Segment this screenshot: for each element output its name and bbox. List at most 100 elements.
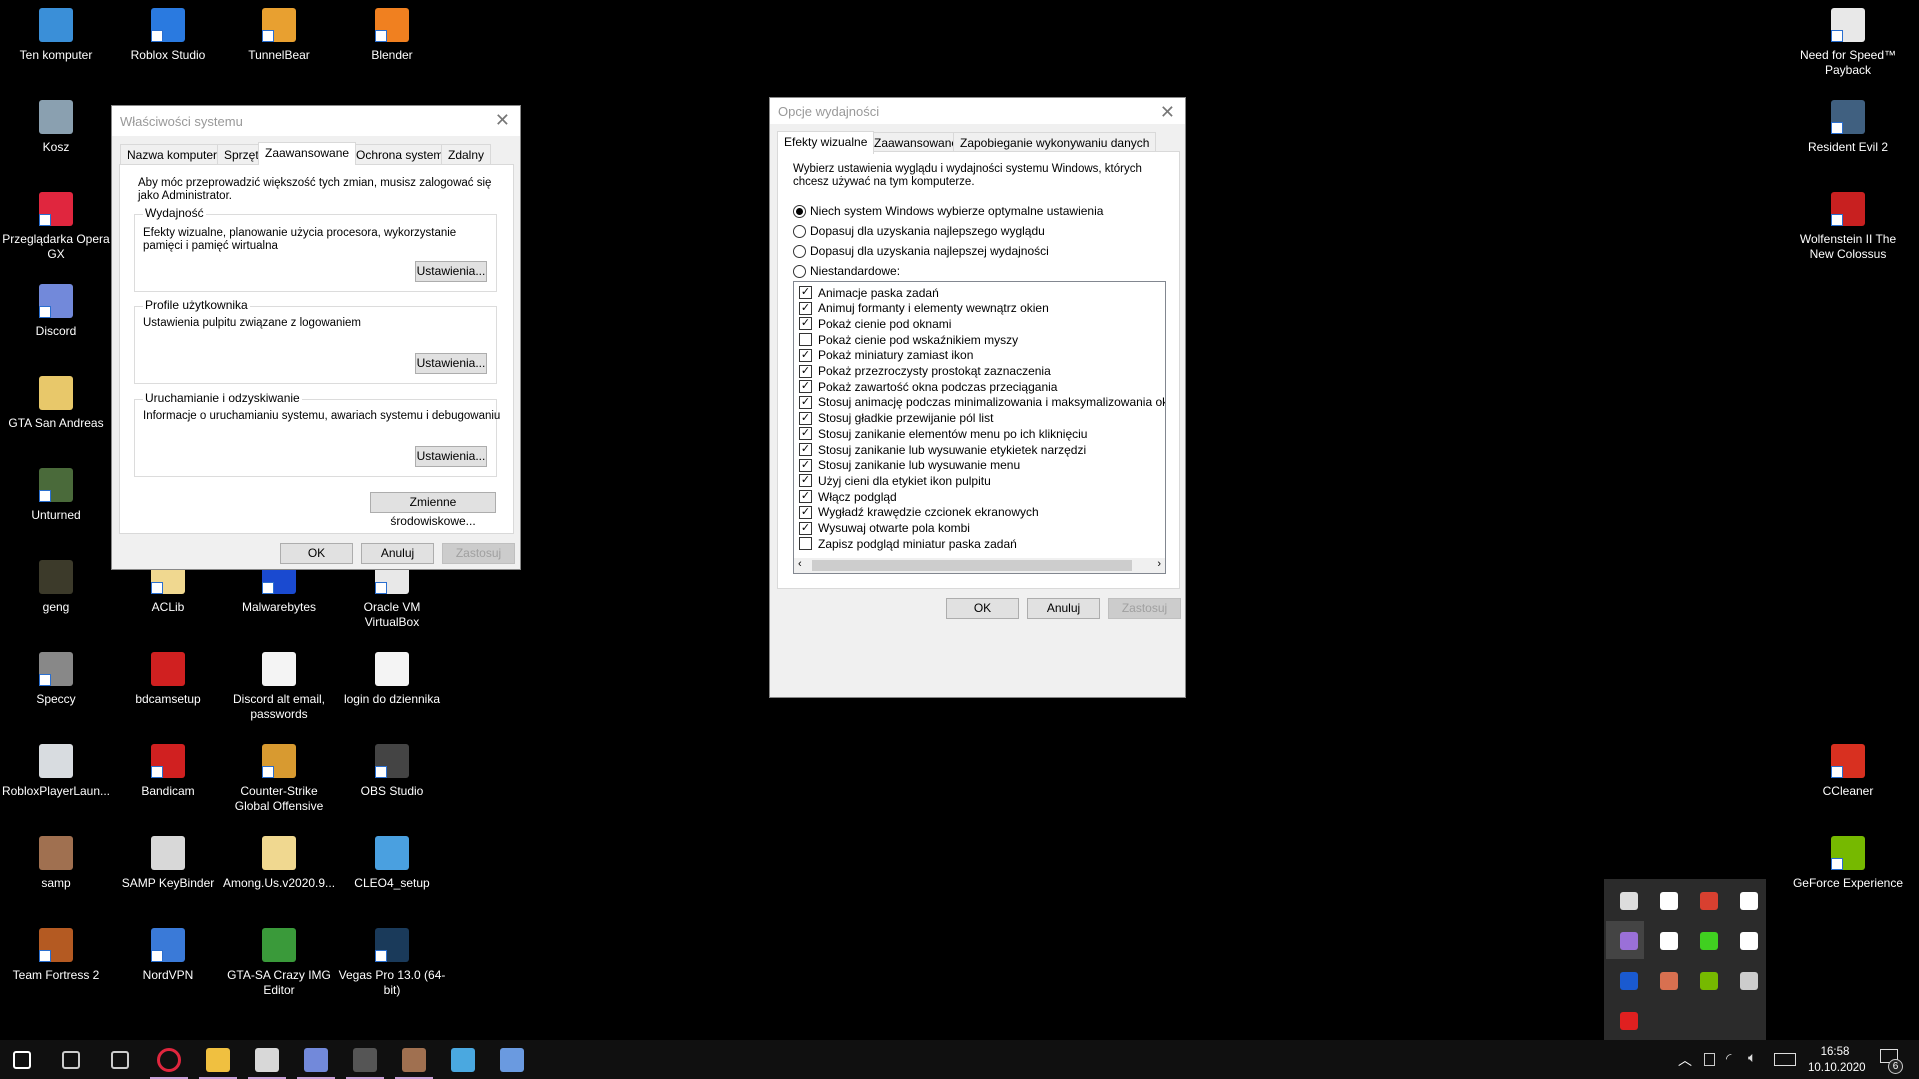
desktop-icon[interactable]: Unturned <box>0 464 112 556</box>
system-properties-taskbar[interactable] <box>500 1048 524 1072</box>
network-icon[interactable]: ◜ <box>1726 1050 1731 1067</box>
desktop-icon[interactable]: Among.Us.v2020.9... <box>223 832 335 924</box>
opera-gx-taskbar[interactable] <box>157 1048 181 1072</box>
radio-option[interactable]: Niestandardowe: <box>793 264 900 278</box>
effect-checkbox-row[interactable]: ✓ Pokaż miniatury zamiast ikon <box>799 348 973 363</box>
discord-icon[interactable] <box>1740 892 1758 910</box>
scroll-right-icon[interactable]: › <box>1157 558 1161 570</box>
effect-checkbox-row[interactable]: Zapisz podgląd miniatur paska zadań <box>799 536 1017 551</box>
radio-option[interactable]: Dopasuj dla uzyskania najlepszej wydajno… <box>793 244 1049 258</box>
environment-variables-button[interactable]: Zmienne środowiskowe... <box>370 492 496 528</box>
desktop-icon[interactable]: Blender <box>336 4 448 96</box>
effects-list[interactable]: ✓ Animacje paska zadań ✓ Animuj formanty i … <box>793 281 1166 574</box>
show-hidden-icons-chevron-icon[interactable]: ︿ <box>1678 1050 1692 1070</box>
checkbox[interactable]: ✓ <box>799 301 812 315</box>
desktop-icon[interactable]: SAMP KeyBinder <box>112 832 224 924</box>
checkbox[interactable]: ✓ <box>799 348 812 362</box>
samp-keybinder-taskbar[interactable] <box>255 1048 279 1072</box>
desktop-icon[interactable]: geng <box>0 556 112 648</box>
radio-button[interactable] <box>793 204 806 218</box>
desktop-icon[interactable]: NordVPN <box>112 924 224 1016</box>
search-button[interactable] <box>62 1051 80 1069</box>
obs-taskbar[interactable] <box>353 1048 377 1072</box>
green-status-icon[interactable] <box>1700 932 1718 950</box>
performance-settings-button[interactable]: Ustawienia... <box>415 261 487 282</box>
ok-button[interactable]: OK <box>280 543 353 564</box>
tab-computer-name[interactable]: Nazwa komputera <box>120 144 231 164</box>
feather-app-icon[interactable] <box>1620 932 1638 950</box>
effect-checkbox-row[interactable]: ✓ Stosuj zanikanie lub wysuwanie menu <box>799 458 1020 473</box>
microphone-icon[interactable] <box>1660 932 1678 950</box>
desktop-icon[interactable]: Discord <box>0 280 112 372</box>
effect-checkbox-row[interactable]: ✓ Animacje paska zadań <box>799 285 939 300</box>
ok-button[interactable]: OK <box>946 598 1019 619</box>
effect-checkbox-row[interactable]: ✓ Stosuj zanikanie elementów menu po ich … <box>799 426 1087 441</box>
startup-settings-button[interactable]: Ustawienia... <box>415 446 487 467</box>
desktop-icon[interactable]: GTA-SA Crazy IMG Editor <box>223 924 335 1016</box>
checkbox[interactable]: ✓ <box>799 521 812 535</box>
desktop-icon[interactable]: CCleaner <box>1792 740 1904 832</box>
desktop-icon[interactable]: bdcamsetup <box>112 648 224 740</box>
tab-visual-effects[interactable]: Efekty wizualne <box>777 131 875 154</box>
user-profiles-settings-button[interactable]: Ustawienia... <box>415 353 487 374</box>
task-view-button[interactable] <box>111 1051 129 1069</box>
desktop-icon[interactable]: Wolfenstein II The New Colossus <box>1792 188 1904 280</box>
windows-security-icon[interactable] <box>1660 892 1678 910</box>
scrollbar-thumb[interactable] <box>812 560 1132 571</box>
malwarebytes-icon[interactable] <box>1620 972 1638 990</box>
tab-advanced[interactable]: Zaawansowane <box>258 142 357 165</box>
obs-icon[interactable] <box>1740 972 1758 990</box>
desktop-icon[interactable]: Ten komputer <box>0 4 112 96</box>
effect-checkbox-row[interactable]: ✓ Wysuwaj otwarte pola kombi <box>799 521 970 536</box>
desktop-icon[interactable]: Discord alt email, passwords <box>223 648 335 740</box>
desktop-icon[interactable]: RobloxPlayerLaun... <box>0 740 112 832</box>
desktop-icon[interactable]: Resident Evil 2 <box>1792 96 1904 188</box>
radio-option[interactable]: Dopasuj dla uzyskania najlepszego wygląd… <box>793 224 1045 238</box>
ccleaner-icon[interactable] <box>1700 892 1718 910</box>
checkbox[interactable]: ✓ <box>799 443 812 456</box>
speaker-icon[interactable] <box>1660 972 1678 990</box>
desktop-icon[interactable]: TunnelBear <box>223 4 335 96</box>
desktop-icon[interactable]: Counter-Strike Global Offensive <box>223 740 335 832</box>
desktop-icon[interactable]: GTA San Andreas <box>0 372 112 464</box>
radio-button[interactable] <box>793 264 806 278</box>
checkbox[interactable]: ✓ <box>799 364 812 378</box>
desktop-icon[interactable]: Roblox Studio <box>112 4 224 96</box>
radio-button[interactable] <box>793 244 806 258</box>
desktop-icon[interactable]: login do dziennika <box>336 648 448 740</box>
close-icon[interactable]: ✕ <box>495 110 510 131</box>
effect-checkbox-row[interactable]: ✓ Wygładź krawędzie czcionek ekranowych <box>799 505 1039 520</box>
title-bar[interactable]: Opcje wydajności ✕ <box>770 98 1185 124</box>
effect-checkbox-row[interactable]: ✓ Animuj formanty i elementy wewnątrz oki… <box>799 301 1049 316</box>
checkbox[interactable]: ✓ <box>799 380 812 394</box>
checkbox[interactable]: ✓ <box>799 411 812 425</box>
desktop-icon[interactable]: Team Fortress 2 <box>0 924 112 1016</box>
roblox-icon[interactable] <box>1620 1012 1638 1030</box>
checkbox[interactable]: ✓ <box>799 317 812 331</box>
volume-icon[interactable]: 🔈︎ <box>1748 1049 1756 1066</box>
clock[interactable]: 16:58 10.10.2020 <box>1808 1044 1866 1076</box>
discord-taskbar[interactable] <box>304 1048 328 1072</box>
desktop-icon[interactable]: OBS Studio <box>336 740 448 832</box>
effect-checkbox-row[interactable]: ✓ Pokaż cienie pod oknami <box>799 316 951 331</box>
cancel-button[interactable]: Anuluj <box>1027 598 1100 619</box>
checkbox[interactable]: ✓ <box>799 458 812 472</box>
effect-checkbox-row[interactable]: ✓ Włącz podgląd <box>799 489 897 504</box>
checkbox[interactable] <box>799 333 812 347</box>
desktop-icon[interactable]: Vegas Pro 13.0 (64-bit) <box>336 924 448 1016</box>
desktop-icon[interactable]: Speccy <box>0 648 112 740</box>
tab-remote[interactable]: Zdalny <box>441 144 492 164</box>
desktop-icon[interactable]: samp <box>0 832 112 924</box>
checkbox[interactable]: ✓ <box>799 490 812 504</box>
samp-taskbar[interactable] <box>402 1048 426 1072</box>
checkbox[interactable] <box>799 537 812 551</box>
desktop-icon[interactable]: Need for Speed™ Payback <box>1792 4 1904 96</box>
desktop-icon[interactable]: Bandicam <box>112 740 224 832</box>
control-panel-taskbar[interactable] <box>451 1048 475 1072</box>
file-explorer-taskbar[interactable] <box>206 1048 230 1072</box>
desktop-icon[interactable]: CLEO4_setup <box>336 832 448 924</box>
effect-checkbox-row[interactable]: ✓ Stosuj animację podczas minimalizowania… <box>799 395 1165 410</box>
close-icon[interactable]: ✕ <box>1160 102 1175 123</box>
effect-checkbox-row[interactable]: ✓ Pokaż zawartość okna podczas przeciągan… <box>799 379 1057 394</box>
checkbox[interactable]: ✓ <box>799 505 812 519</box>
